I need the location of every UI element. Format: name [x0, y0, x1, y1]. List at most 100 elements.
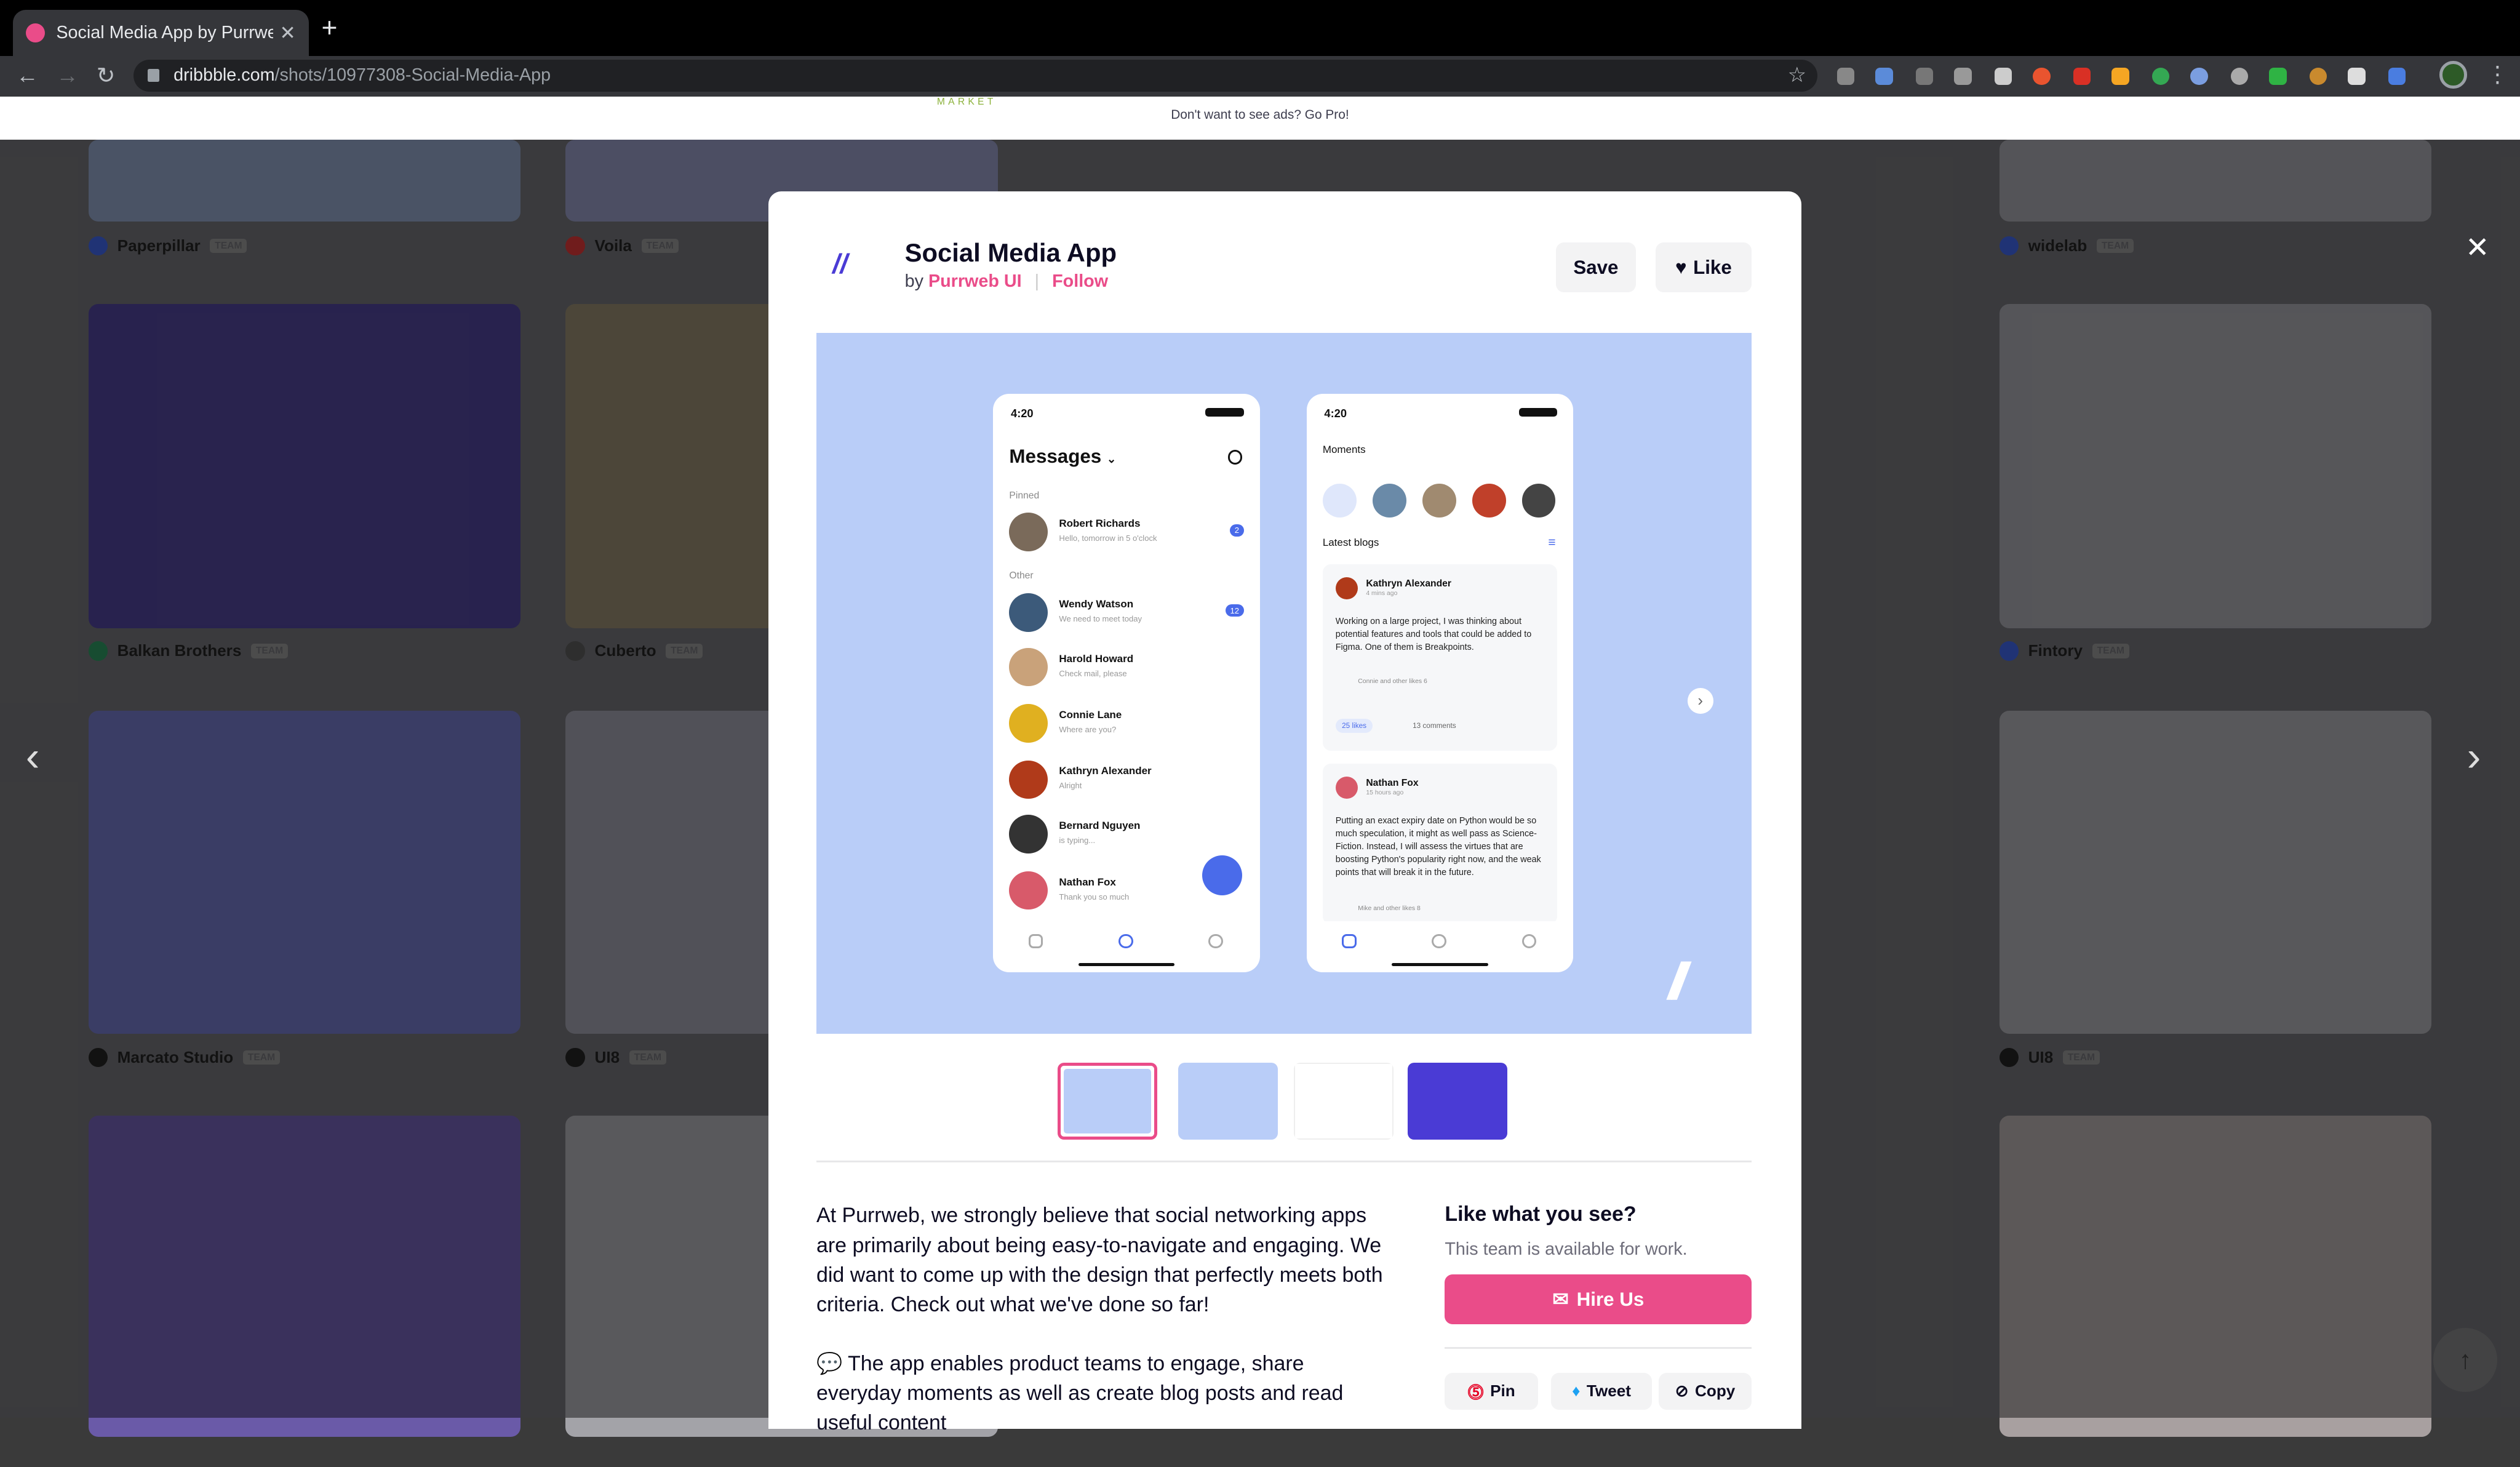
blog-post-card: Kathryn Alexander 4 mins ago Working on …	[1322, 564, 1558, 751]
shot-image[interactable]: 4:20 Messages ⌄ Pinned Robert Richards H…	[816, 332, 1752, 1034]
lock-icon	[148, 69, 159, 82]
extension-icon[interactable]	[2269, 67, 2287, 86]
home-icon	[1342, 933, 1357, 949]
messages-phone-mockup: 4:20 Messages ⌄ Pinned Robert Richards H…	[993, 393, 1260, 973]
moments-label: Moments	[1322, 443, 1366, 455]
thumbnail-4[interactable]	[1408, 1062, 1508, 1140]
carousel-next-icon[interactable]: ›	[1687, 687, 1713, 714]
avatar	[1009, 513, 1048, 551]
purrweb-logo[interactable]: //	[832, 249, 848, 280]
shot-title: Social Media App	[904, 238, 1117, 267]
browser-menu-icon[interactable]: ⋮	[2486, 61, 2509, 87]
extension-icon[interactable]	[2348, 67, 2366, 86]
extension-icon[interactable]	[1875, 67, 1894, 86]
hire-us-label: Hire Us	[1576, 1288, 1645, 1310]
battery-icon	[1518, 408, 1558, 417]
home-indicator	[1078, 962, 1175, 966]
avatar	[1009, 760, 1048, 799]
extension-icon[interactable]	[2073, 67, 2091, 86]
heart-icon: ♥	[1675, 256, 1687, 278]
other-label: Other	[1009, 570, 1034, 582]
profile-icon	[1208, 933, 1223, 949]
close-modal-icon[interactable]: ✕	[2465, 230, 2489, 265]
ad-bar: MARKET Don't want to see ads? Go Pro!	[0, 96, 2520, 140]
phone-time: 4:20	[1011, 406, 1034, 420]
extension-icon[interactable]	[2190, 67, 2209, 86]
home-indicator	[1392, 962, 1488, 966]
follow-link[interactable]: Follow	[1052, 271, 1108, 291]
previous-shot-arrow-icon[interactable]: ‹	[26, 733, 40, 780]
new-tab-button[interactable]: +	[321, 14, 337, 42]
forward-arrow-icon[interactable]: →	[56, 61, 79, 90]
browser-tab[interactable]: Social Media App by Purrweb U ✕	[12, 9, 309, 57]
feed-phone-mockup: 4:20 Moments Latest blogs ≡ Kathryn Alex…	[1306, 393, 1574, 973]
address-bar[interactable]: dribbble.com/shots/10977308-Social-Media…	[133, 59, 1818, 92]
copy-link-button[interactable]: ⊘ Copy	[1658, 1372, 1752, 1410]
profile-avatar[interactable]	[2439, 61, 2467, 89]
save-button[interactable]: Save	[1555, 242, 1637, 293]
avatar	[1009, 871, 1048, 910]
moments-row	[1322, 484, 1572, 518]
blog-post-card: Nathan Fox 15 hours ago Putting an exact…	[1322, 763, 1558, 924]
description-paragraph: 💬 The app enables product teams to engag…	[816, 1351, 1344, 1435]
chat-icon	[1432, 933, 1446, 949]
next-shot-arrow-icon[interactable]: ›	[2467, 733, 2481, 780]
extension-icon[interactable]	[2151, 67, 2170, 86]
avatar	[1335, 577, 1358, 600]
extension-icon[interactable]	[1954, 67, 1972, 86]
phone-time: 4:20	[1324, 406, 1347, 420]
thumbnail-3[interactable]	[1293, 1062, 1394, 1140]
extension-icon[interactable]	[2033, 67, 2051, 86]
avatar	[1335, 776, 1358, 799]
description-paragraph: At Purrweb, we strongly believe that soc…	[816, 1204, 1383, 1317]
home-icon	[1028, 933, 1043, 949]
thumbnail-2[interactable]	[1178, 1062, 1278, 1140]
by-label: by	[904, 271, 923, 292]
url-text: dribbble.com/shots/10977308-Social-Media…	[173, 65, 551, 86]
battery-icon	[1205, 408, 1244, 417]
filter-icon: ≡	[1548, 535, 1556, 550]
hire-heading: Like what you see?	[1445, 1202, 1637, 1226]
avatar	[1009, 593, 1048, 632]
like-button[interactable]: ♥ Like	[1655, 242, 1752, 293]
hire-us-button[interactable]: ✉ Hire Us	[1445, 1274, 1752, 1325]
chat-row: Bernard Nguyen is typing...	[1009, 815, 1243, 863]
thumbnail-1[interactable]	[1057, 1062, 1157, 1140]
ad-brand-text: MARKET	[936, 96, 997, 107]
go-pro-message[interactable]: Don't want to see ads? Go Pro!	[0, 108, 2520, 122]
phone-tab-bar	[993, 921, 1260, 973]
add-moment-icon	[1322, 484, 1357, 518]
url-host: dribbble.com	[173, 65, 275, 86]
avatar	[1472, 484, 1506, 518]
link-icon: ⊘	[1675, 1381, 1689, 1401]
chat-icon	[1118, 933, 1133, 949]
extension-icon[interactable]	[2111, 67, 2130, 86]
author-link[interactable]: Purrweb UI	[928, 271, 1022, 291]
pin-button[interactable]: ⓹ Pin	[1445, 1372, 1538, 1410]
extension-icon[interactable]	[1915, 67, 1934, 86]
back-arrow-icon[interactable]: ←	[16, 61, 39, 90]
extension-icon[interactable]	[2309, 67, 2327, 86]
browser-tab-strip: Social Media App by Purrweb U ✕ +	[0, 0, 2520, 57]
close-tab-icon[interactable]: ✕	[279, 22, 295, 44]
scroll-to-top-icon[interactable]: ↑	[2433, 1327, 2498, 1393]
divider	[816, 1161, 1752, 1162]
chevron-down-icon: ⌄	[1106, 452, 1117, 465]
extension-icon[interactable]	[1836, 67, 1855, 86]
bookmark-star-icon[interactable]: ☆	[1788, 63, 1806, 87]
envelope-icon: ✉	[1552, 1288, 1569, 1310]
pinterest-icon: ⓹	[1467, 1383, 1484, 1402]
chat-row: Connie Lane Where are you?	[1009, 704, 1243, 752]
divider	[1445, 1347, 1752, 1349]
search-icon	[1227, 450, 1243, 465]
tweet-button[interactable]: ♦ Tweet	[1550, 1372, 1653, 1410]
extension-icon[interactable]	[1994, 67, 2012, 86]
url-path: /shots/10977308-Social-Media-App	[274, 65, 551, 86]
profile-icon	[1521, 933, 1537, 949]
tab-title: Social Media App by Purrweb U	[56, 23, 273, 43]
extension-icon[interactable]	[2230, 67, 2249, 86]
reload-icon[interactable]: ↻	[97, 61, 116, 90]
like-label: Like	[1693, 256, 1732, 278]
avatar	[1009, 704, 1048, 743]
extension-icon[interactable]	[2388, 67, 2406, 86]
